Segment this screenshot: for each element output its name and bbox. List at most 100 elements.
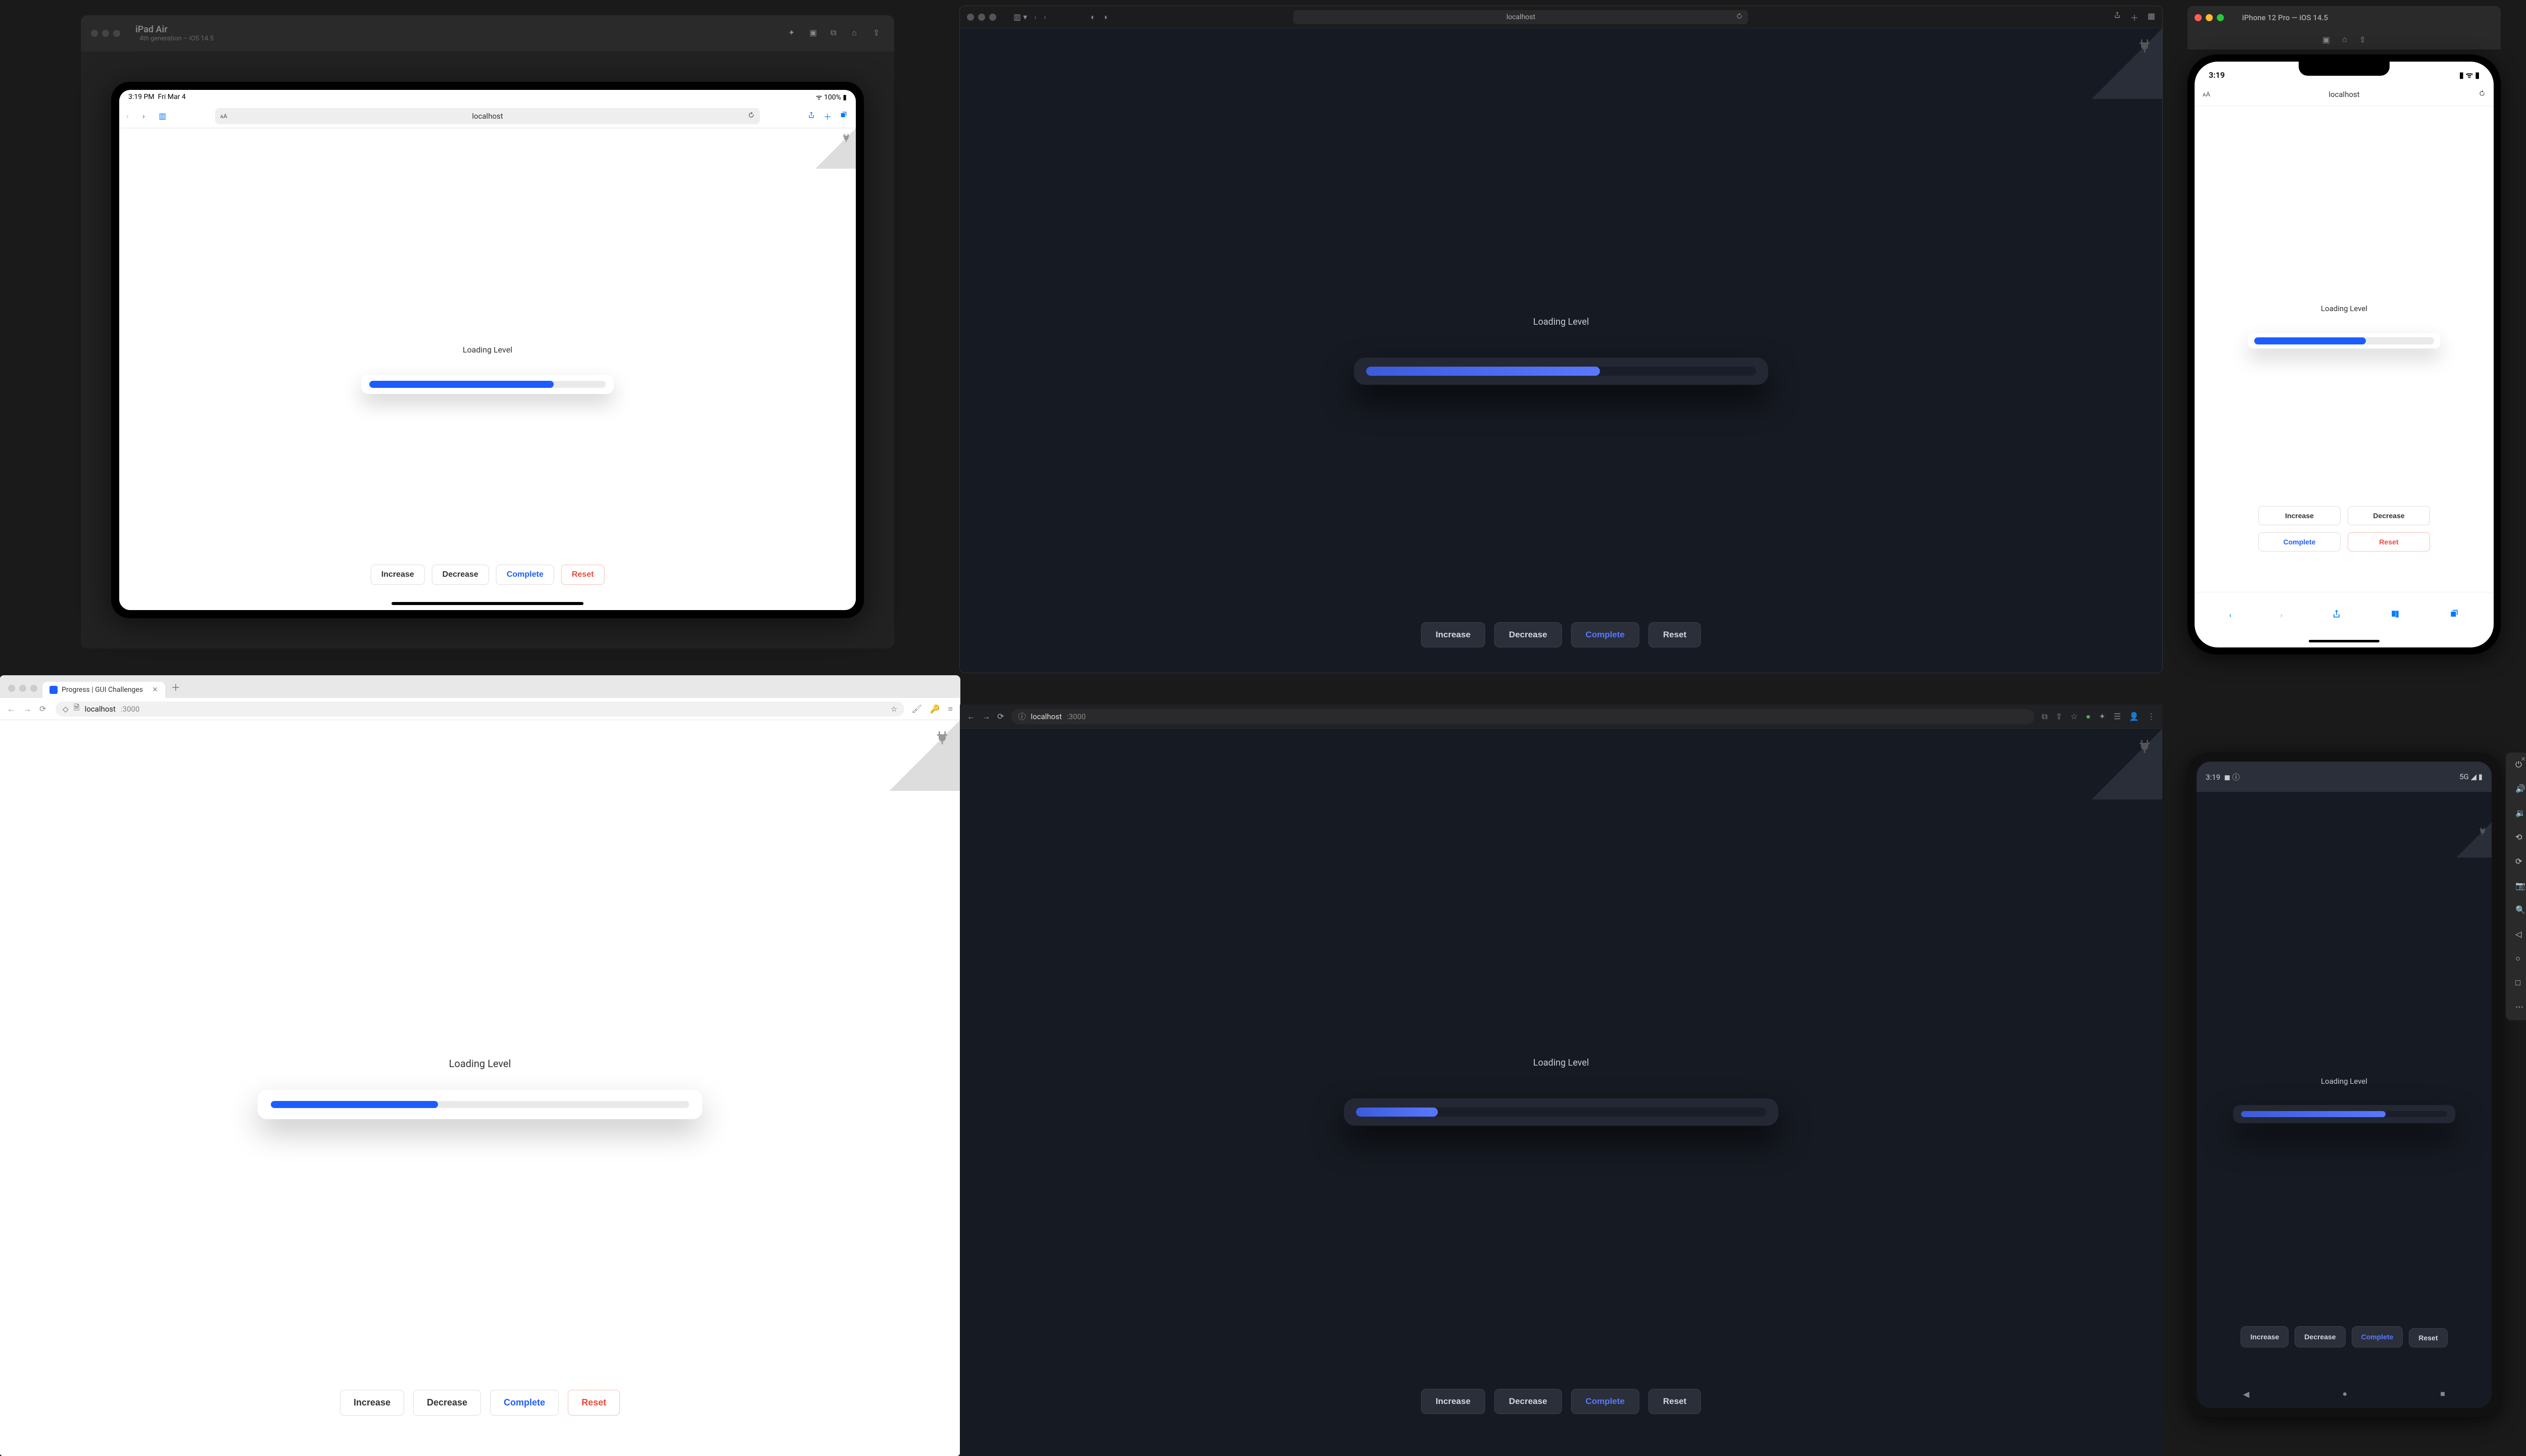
increase-button[interactable]: Increase: [340, 1390, 404, 1416]
tabs-icon[interactable]: [840, 111, 849, 121]
reader-aa-icon[interactable]: ᴀA: [220, 113, 227, 120]
share-icon[interactable]: [2113, 11, 2121, 23]
screenshot-icon[interactable]: ▣: [2322, 35, 2330, 44]
reset-button[interactable]: Reset: [568, 1390, 620, 1416]
site-info-icon[interactable]: ◇: [63, 705, 69, 714]
window-traffic-lights[interactable]: [2195, 14, 2224, 21]
reload-icon[interactable]: [1736, 13, 1743, 22]
increase-button[interactable]: Increase: [1421, 622, 1485, 647]
ipad-titlebar[interactable]: iPad Air 4th generation – iOS 14.5 ✦ ▣ ⧉…: [81, 15, 894, 52]
profile-icon[interactable]: 👤: [2129, 712, 2139, 721]
new-tab-icon[interactable]: ＋: [823, 110, 833, 122]
new-tab-icon[interactable]: ＋: [2130, 11, 2139, 23]
decrease-button[interactable]: Decrease: [1494, 1389, 1562, 1414]
extension-icon[interactable]: ●: [2086, 712, 2091, 722]
window-traffic-lights[interactable]: [8, 685, 37, 692]
complete-button[interactable]: Complete: [2258, 532, 2341, 551]
screenshot-icon[interactable]: ▣: [809, 28, 820, 39]
dev-corner-flag[interactable]: [2456, 822, 2492, 858]
dev-corner-flag[interactable]: [889, 720, 960, 791]
window-traffic-lights[interactable]: [967, 14, 996, 21]
reset-button[interactable]: Reset: [561, 565, 605, 585]
camera-icon[interactable]: 📷: [2515, 881, 2526, 892]
url-host[interactable]: localhost: [2328, 90, 2359, 99]
forward-icon[interactable]: ›: [1044, 12, 1046, 22]
iphone-titlebar[interactable]: iPhone 12 Pro — iOS 14.5: [2188, 6, 2501, 29]
extension-icon[interactable]: 🔑: [930, 704, 940, 714]
overview-icon[interactable]: □: [2515, 978, 2526, 989]
close-tab-icon[interactable]: ✕: [152, 686, 158, 694]
reload-icon[interactable]: [748, 112, 755, 121]
sidebar-icon[interactable]: ▥: [159, 111, 168, 121]
extensions-icon[interactable]: ✦: [2099, 712, 2105, 721]
tabs-icon[interactable]: [2449, 609, 2459, 621]
more-icon[interactable]: ⋯: [2515, 1002, 2526, 1013]
sidebar-icon[interactable]: ▥ ▾: [1013, 12, 1027, 22]
reset-button[interactable]: Reset: [2409, 1328, 2447, 1347]
back-icon[interactable]: ◀: [2243, 1389, 2249, 1399]
decrease-button[interactable]: Decrease: [413, 1390, 481, 1416]
increase-button[interactable]: Increase: [371, 565, 425, 585]
reading-list-icon[interactable]: ☰: [2114, 712, 2121, 721]
back-icon[interactable]: ‹: [1034, 12, 1037, 22]
reload-icon[interactable]: ⟳: [39, 704, 48, 714]
forward-icon[interactable]: →: [23, 704, 32, 714]
extension-icon[interactable]: 🖌: [911, 704, 921, 714]
tab-overview-icon[interactable]: ▦: [2148, 11, 2155, 23]
rotate-left-icon[interactable]: ⟲: [2515, 832, 2526, 843]
zoom-icon[interactable]: 🔍: [2515, 905, 2526, 916]
volume-down-icon[interactable]: 🔉: [2515, 808, 2526, 819]
browser-tab[interactable]: Progress | GUI Challenges ✕: [42, 682, 165, 698]
decrease-button[interactable]: Decrease: [1494, 622, 1562, 647]
record-icon[interactable]: ⧉: [831, 28, 842, 39]
back-icon[interactable]: ←: [7, 704, 16, 714]
home-icon[interactable]: ⌂: [852, 28, 863, 39]
home-indicator[interactable]: [392, 602, 584, 605]
cast-icon[interactable]: ⧉: [2042, 712, 2047, 722]
share-icon[interactable]: ⇪: [873, 28, 884, 39]
wand-icon[interactable]: ✦: [788, 28, 799, 39]
back-icon[interactable]: ◁: [2515, 929, 2526, 940]
complete-button[interactable]: Complete: [1571, 1389, 1639, 1414]
bookmark-star-icon[interactable]: ☆: [891, 705, 897, 714]
decrease-button[interactable]: Decrease: [432, 565, 489, 585]
home-icon[interactable]: ○: [2515, 953, 2526, 965]
reset-button[interactable]: Reset: [2348, 532, 2430, 551]
window-traffic-lights[interactable]: [91, 30, 120, 37]
address-bar[interactable]: ⓘ localhost:3000: [1011, 709, 2034, 724]
decrease-button[interactable]: Decrease: [2295, 1326, 2345, 1347]
home-indicator[interactable]: [2309, 640, 2379, 642]
new-tab-icon[interactable]: ＋: [165, 677, 186, 698]
reader-aa-icon[interactable]: ᴀA: [2203, 90, 2210, 98]
home-icon[interactable]: ⌂: [2342, 34, 2347, 44]
reload-icon[interactable]: [2479, 89, 2486, 99]
shield-icon[interactable]: ◐: [1091, 12, 1096, 22]
share-icon[interactable]: ⇪: [2359, 35, 2366, 44]
dev-corner-flag[interactable]: [2092, 729, 2162, 799]
forward-icon[interactable]: ›: [142, 111, 152, 121]
site-info-icon[interactable]: ⓘ: [1018, 711, 1026, 722]
dev-corner-flag[interactable]: [2092, 28, 2162, 99]
forward-icon[interactable]: ›: [2280, 610, 2283, 620]
menu-icon[interactable]: ≡: [948, 704, 953, 714]
decrease-button[interactable]: Decrease: [2348, 506, 2430, 525]
menu-icon[interactable]: ⋮: [2147, 712, 2155, 721]
close-icon[interactable]: ✕ —: [2521, 756, 2526, 763]
complete-button[interactable]: Complete: [496, 565, 554, 585]
bookmark-star-icon[interactable]: ☆: [2070, 712, 2077, 721]
share-icon[interactable]: [2331, 609, 2342, 621]
bookmarks-icon[interactable]: [2390, 609, 2400, 621]
share-icon[interactable]: [807, 111, 816, 121]
reload-icon[interactable]: ⟳: [997, 712, 1004, 721]
forward-icon[interactable]: →: [982, 712, 990, 722]
address-bar[interactable]: ᴀA localhost: [215, 108, 760, 124]
share-icon[interactable]: ⇪: [2056, 712, 2062, 721]
reset-button[interactable]: Reset: [1648, 1389, 1701, 1414]
complete-button[interactable]: Complete: [2352, 1326, 2403, 1347]
increase-button[interactable]: Increase: [2258, 506, 2341, 525]
increase-button[interactable]: Increase: [2241, 1326, 2289, 1347]
rotate-right-icon[interactable]: ⟳: [2515, 857, 2526, 868]
back-icon[interactable]: ‹: [2229, 610, 2231, 620]
recents-icon[interactable]: ■: [2440, 1389, 2445, 1399]
increase-button[interactable]: Increase: [1421, 1389, 1485, 1414]
